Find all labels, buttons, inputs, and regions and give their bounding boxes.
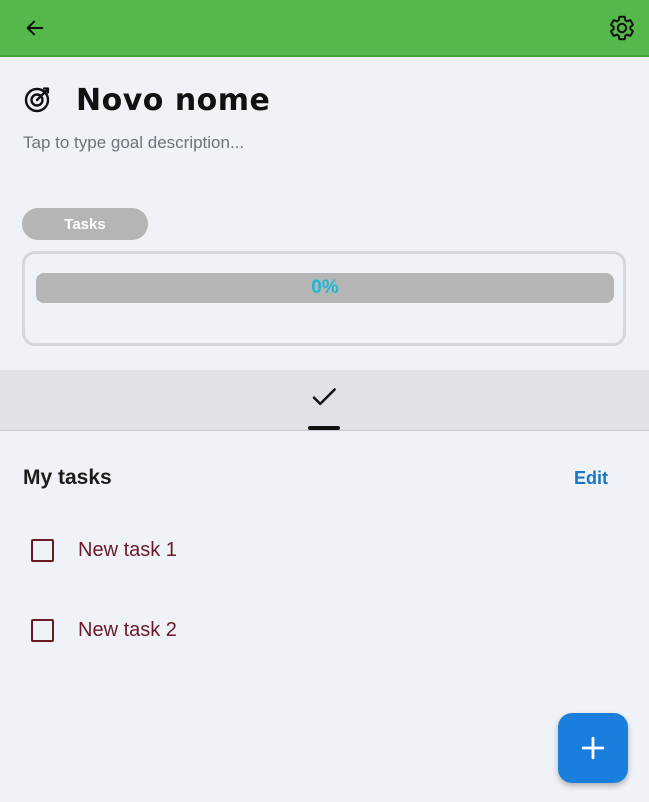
progress-label: 0% [311,277,339,298]
plus-icon [581,736,605,760]
check-icon [312,388,336,406]
target-icon [24,87,50,113]
task-checkbox[interactable] [31,619,54,642]
progress-bar: 0% [36,273,614,303]
arrow-left-icon [26,20,44,36]
task-label: New task 1 [78,539,177,561]
add-task-button[interactable] [558,713,628,783]
back-button[interactable] [17,10,53,46]
task-checkbox[interactable] [31,539,54,562]
tab-bar [0,370,649,431]
task-row[interactable]: New task 1 [0,525,649,575]
task-row[interactable]: New task 2 [0,605,649,655]
tab-active-indicator [308,426,340,430]
section-title: My tasks [23,466,112,489]
tasks-chip[interactable]: Tasks [22,208,148,240]
settings-button[interactable] [604,10,640,46]
gear-icon [610,15,634,41]
progress-card: 0% [22,251,626,346]
goal-description-field[interactable]: Tap to type goal description... [23,133,244,153]
tab-tasks[interactable] [305,382,343,430]
edit-button[interactable]: Edit [566,466,616,491]
task-label: New task 2 [78,619,177,641]
goal-title[interactable]: Novo nome [76,82,270,120]
app-bar [0,0,649,57]
